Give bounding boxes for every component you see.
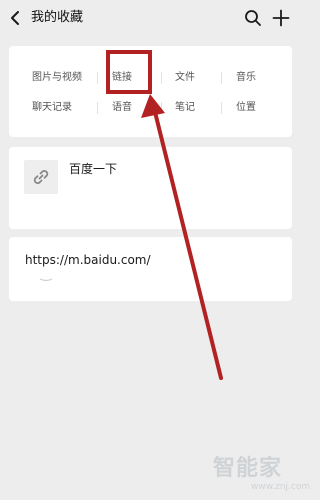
category-divider: [97, 72, 98, 84]
category-links[interactable]: 链接: [112, 72, 132, 84]
category-files[interactable]: 文件: [175, 72, 195, 84]
category-divider: [97, 102, 98, 114]
category-music[interactable]: 音乐: [236, 72, 256, 84]
watermark: 智能家 www.znj.com: [207, 456, 310, 498]
category-divider: [221, 102, 222, 114]
url-text: https://m.baidu.com/: [25, 253, 151, 267]
favorite-item-link[interactable]: 百度一下: [9, 147, 292, 229]
category-divider: [161, 102, 162, 114]
link-icon: [33, 170, 49, 184]
category-divider: [161, 72, 162, 84]
link-title: 百度一下: [69, 162, 118, 176]
url-source-mark: [39, 278, 53, 282]
top-bar: 我的收藏: [0, 0, 301, 36]
category-divider: [221, 72, 222, 84]
link-thumbnail: [24, 160, 58, 194]
category-chat-history[interactable]: 聊天记录: [32, 102, 72, 114]
add-icon[interactable]: [272, 9, 290, 27]
watermark-url: www.znj.com: [251, 482, 311, 492]
category-voice[interactable]: 语音: [112, 102, 132, 114]
back-arrow-icon[interactable]: [8, 9, 22, 27]
favorite-item-url[interactable]: https://m.baidu.com/: [9, 237, 292, 301]
category-location[interactable]: 位置: [236, 102, 256, 114]
category-photos-videos[interactable]: 图片与视频: [32, 72, 82, 84]
search-icon[interactable]: [244, 9, 262, 27]
page-title: 我的收藏: [31, 10, 84, 25]
category-filter-panel: 图片与视频 链接 文件 音乐 聊天记录 语音 笔记 位置: [9, 46, 292, 137]
category-notes[interactable]: 笔记: [175, 102, 195, 114]
watermark-text: 智能家: [213, 456, 283, 481]
